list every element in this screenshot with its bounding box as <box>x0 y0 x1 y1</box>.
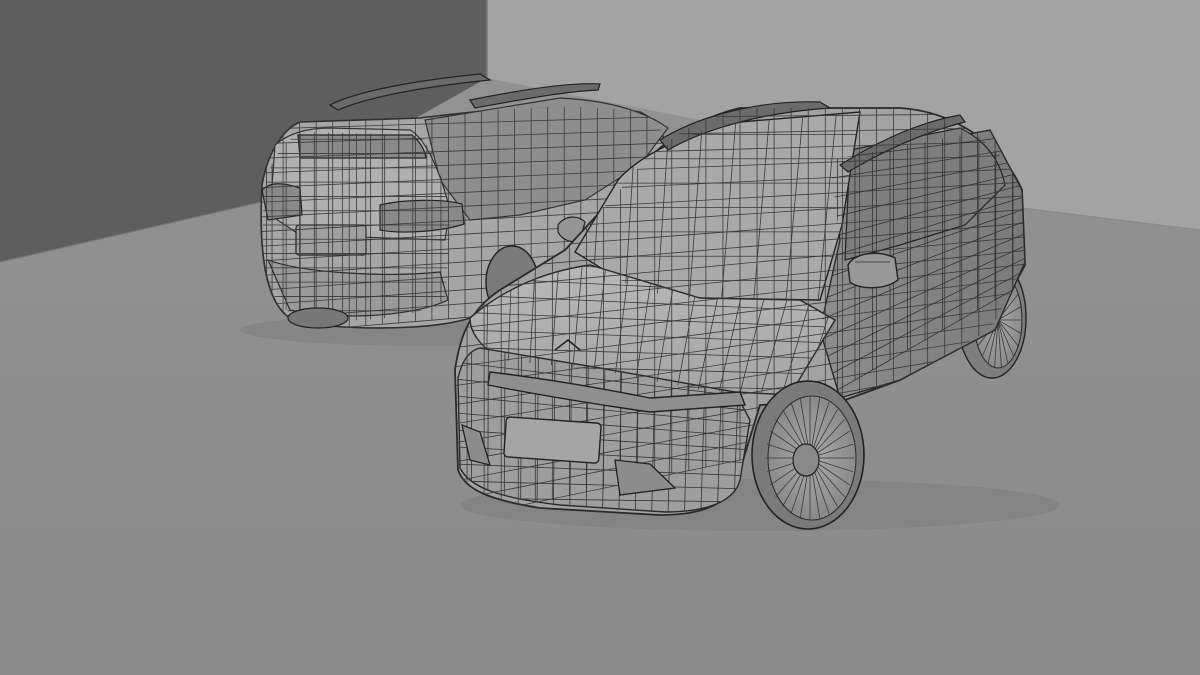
rear-suv-wheel-rear <box>287 307 349 329</box>
viewport-scene <box>0 0 1200 675</box>
rear-suv-tail-light-right <box>379 199 465 233</box>
front-suv-mirror <box>847 252 899 289</box>
front-suv-license-plate <box>503 416 602 464</box>
front-suv-front-wheel <box>751 380 865 530</box>
scene-canvas <box>0 0 1200 675</box>
rear-suv-license-plate <box>295 224 367 256</box>
